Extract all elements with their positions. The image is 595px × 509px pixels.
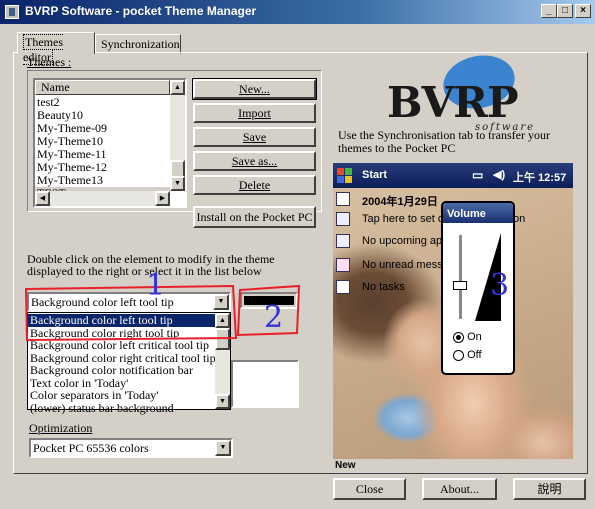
volume-title: Volume: [443, 203, 513, 223]
dropdown-option[interactable]: Background color left tool tip: [28, 314, 215, 327]
horizontal-scrollbar[interactable]: ◀ ▶: [35, 191, 170, 206]
chevron-down-icon[interactable]: ▼: [213, 294, 229, 310]
save-button[interactable]: Save: [193, 127, 316, 147]
save-as-button[interactable]: Save as...: [193, 151, 316, 171]
envelope-icon: [336, 258, 350, 272]
tab-themes-editor[interactable]: Themes editor: [17, 32, 95, 65]
dropdown-option[interactable]: Color separators in 'Today': [28, 389, 215, 402]
scroll-right-icon[interactable]: ▶: [155, 191, 170, 206]
scroll-thumb[interactable]: [215, 328, 230, 350]
dropdown-scrollbar[interactable]: ▲ ▼: [215, 313, 230, 409]
annotation-number-1: 1: [146, 268, 166, 303]
off-radio[interactable]: Off: [453, 349, 482, 361]
tasks-icon: [336, 280, 350, 294]
windows-flag-icon[interactable]: [337, 168, 352, 183]
dropdown-option[interactable]: (lower) status bar background: [28, 402, 215, 415]
window-title: BVRP Software - pocket Theme Manager: [25, 4, 257, 18]
battery-icon[interactable]: ▭: [472, 168, 483, 182]
delete-button[interactable]: Delete: [193, 175, 316, 195]
help-button[interactable]: 說明: [513, 478, 586, 500]
import-button[interactable]: Import: [193, 103, 316, 123]
scroll-up-icon[interactable]: ▲: [215, 313, 230, 328]
dropdown-option[interactable]: Background color left critical tool tip: [28, 339, 215, 352]
title-bar: BVRP Software - pocket Theme Manager _ □…: [0, 0, 595, 24]
dropdown-option[interactable]: Background color notification bar: [28, 364, 215, 377]
preview-area: [231, 360, 299, 408]
optimization-select[interactable]: Pocket PC 65536 colors ▼: [29, 438, 233, 458]
owner-icon: [336, 212, 350, 226]
vertical-scrollbar[interactable]: ▲ ▼: [170, 80, 185, 191]
scroll-down-icon[interactable]: ▼: [215, 394, 230, 409]
element-select[interactable]: Background color left tool tip ▼: [27, 292, 231, 312]
radio-off-icon: [453, 349, 464, 361]
start-label[interactable]: Start: [362, 169, 387, 181]
tab-synchronization[interactable]: Synchronization: [95, 34, 181, 54]
about-button[interactable]: About...: [422, 478, 497, 500]
scroll-left-icon[interactable]: ◀: [35, 191, 50, 206]
annotation-number-3: 3: [490, 268, 510, 303]
bvrp-logo: BVRP software: [385, 49, 545, 133]
close-window-button[interactable]: ×: [575, 4, 591, 18]
maximize-button[interactable]: □: [557, 4, 573, 18]
new-button[interactable]: New...: [192, 78, 317, 100]
on-radio[interactable]: On: [453, 331, 482, 343]
annotation-number-2: 2: [264, 300, 284, 335]
new-menu-label[interactable]: New: [335, 460, 356, 471]
column-header-name[interactable]: Name: [35, 80, 170, 95]
appointments-icon: [336, 234, 350, 248]
volume-slider-track[interactable]: [459, 235, 462, 319]
scroll-down-icon[interactable]: ▼: [170, 176, 185, 191]
volume-slider-thumb[interactable]: [453, 281, 467, 290]
element-dropdown-list[interactable]: Background color left tool tip Backgroun…: [27, 312, 231, 413]
install-button[interactable]: Install on the Pocket PC: [193, 206, 316, 228]
chevron-down-icon[interactable]: ▼: [215, 440, 231, 456]
scroll-up-icon[interactable]: ▲: [170, 80, 185, 95]
close-button[interactable]: Close: [333, 478, 406, 500]
ppc-command-bar[interactable]: New: [333, 459, 573, 471]
ppc-navigation-bar[interactable]: Start ▭ ◀) 上午 12:57: [333, 163, 573, 188]
themes-list[interactable]: Name test2 Beauty10 My-Theme-09 My-Theme…: [33, 78, 187, 208]
minimize-button[interactable]: _: [541, 4, 557, 18]
tab-synchronization-label: Synchronization: [101, 37, 180, 51]
app-icon[interactable]: [5, 5, 19, 19]
optimization-label: Optimization: [29, 421, 93, 435]
radio-on-icon: [453, 331, 464, 343]
clock[interactable]: 上午 12:57: [513, 169, 566, 185]
calendar-icon: [336, 192, 350, 206]
pocketpc-preview[interactable]: Start ▭ ◀) 上午 12:57 2004年1月29日 Tap here …: [333, 163, 573, 471]
speaker-icon[interactable]: ◀): [493, 168, 505, 181]
sync-hint: Use the Synchronisation tab to transfer …: [338, 128, 550, 155]
optimization-select-value: Pocket PC 65536 colors: [33, 441, 149, 455]
